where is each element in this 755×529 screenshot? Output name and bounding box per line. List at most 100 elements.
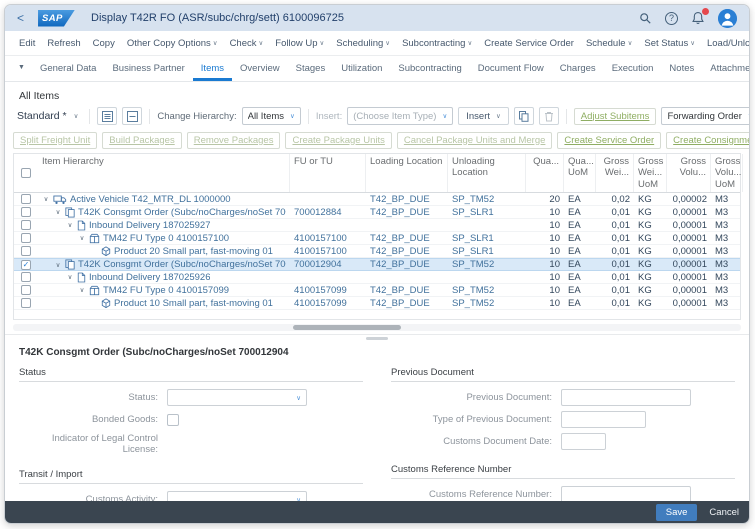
cancel-package-units-and-merge-button[interactable]: Cancel Package Units and Merge bbox=[396, 131, 553, 149]
table-row[interactable]: ∨ TM42 FU Type 0 4100157100 4100157100 T42_… bbox=[14, 232, 740, 246]
cell-futu: 4100157099 bbox=[294, 284, 347, 296]
tab-attachments[interactable]: Attachments bbox=[702, 56, 749, 81]
tree-expand-icon[interactable]: ∨ bbox=[42, 195, 50, 203]
tab-document-flow[interactable]: Document Flow bbox=[470, 56, 552, 81]
tree-expand-icon[interactable]: ∨ bbox=[78, 286, 86, 294]
table-row[interactable]: ∨ TM42 FU Type 0 4100157099 4100157099 T42_… bbox=[14, 284, 740, 298]
cell-gw-uom: KG bbox=[638, 259, 652, 271]
menu-item-refresh[interactable]: Refresh bbox=[41, 38, 86, 49]
row-checkbox[interactable] bbox=[21, 272, 31, 283]
row-checkbox[interactable] bbox=[21, 220, 31, 231]
menu-item-create-service-order[interactable]: Create Service Order bbox=[478, 38, 580, 49]
item-hierarchy-label: Inbound Delivery 187025927 bbox=[89, 219, 211, 231]
item-hierarchy-label: Active Vehicle T42_MTR_DL 1000000 bbox=[70, 193, 231, 205]
menu-item-subcontracting[interactable]: Subcontracting ∨ bbox=[396, 38, 478, 49]
menu-item-follow-up[interactable]: Follow Up ∨ bbox=[269, 38, 330, 49]
menu-item-edit[interactable]: Edit bbox=[13, 38, 41, 49]
avatar[interactable] bbox=[718, 8, 737, 28]
tree-expand-icon[interactable]: ∨ bbox=[66, 221, 74, 229]
row-checkbox[interactable] bbox=[21, 298, 31, 309]
tab-notes[interactable]: Notes bbox=[661, 56, 702, 81]
tree-expand-icon[interactable]: ∨ bbox=[66, 273, 74, 281]
menu-item-copy[interactable]: Copy bbox=[87, 38, 121, 49]
tab-execution[interactable]: Execution bbox=[604, 56, 662, 81]
row-checkbox[interactable] bbox=[21, 233, 31, 244]
cell-unload: SP_TM52 bbox=[452, 297, 495, 309]
collapse-all-button[interactable] bbox=[122, 107, 143, 125]
cell-gw: 0,01 bbox=[611, 271, 631, 283]
column-header-gross-volu: Gross Volu... bbox=[667, 154, 711, 193]
create-service-order-button[interactable]: Create Service Order bbox=[557, 131, 662, 149]
insert-button[interactable]: Insert ∨ bbox=[458, 107, 509, 125]
field-input-type-of-previous-document[interactable] bbox=[561, 411, 646, 429]
row-checkbox[interactable]: ✓ bbox=[21, 259, 31, 270]
save-button[interactable]: Save bbox=[655, 503, 698, 521]
detail-left-column: Status Status: ∨ Bonded Goods: Indicator of … bbox=[19, 358, 363, 523]
adjust-subitems-button[interactable]: Adjust Subitems bbox=[573, 107, 657, 125]
tab-charges[interactable]: Charges bbox=[552, 56, 604, 81]
tab-subcontracting[interactable]: Subcontracting bbox=[390, 56, 469, 81]
insert-type-select[interactable]: (Choose Item Type) ∨ bbox=[347, 107, 454, 125]
change-hierarchy-select[interactable]: All Items ∨ bbox=[241, 107, 301, 125]
tree-expand-icon[interactable]: ∨ bbox=[54, 208, 62, 216]
menu-item-other-copy-options[interactable]: Other Copy Options ∨ bbox=[121, 38, 224, 49]
chevron-down-icon[interactable]: ▼ bbox=[11, 56, 32, 81]
row-select-cell bbox=[14, 298, 38, 309]
field-select-status[interactable]: ∨ bbox=[167, 389, 307, 407]
menu-item-check[interactable]: Check ∨ bbox=[224, 38, 270, 49]
field-checkbox-bonded-goods[interactable] bbox=[167, 413, 179, 426]
delete-item-icon[interactable] bbox=[538, 107, 559, 125]
menu-item-scheduling[interactable]: Scheduling ∨ bbox=[330, 38, 396, 49]
select-value: Forwarding Order bbox=[667, 110, 742, 122]
row-checkbox[interactable] bbox=[21, 285, 31, 296]
field-input-previous-document[interactable] bbox=[561, 389, 691, 407]
menu-item-load-unload-plan-status-stop[interactable]: Load/Unload Plan Status (Stop)∨ bbox=[701, 38, 749, 49]
expand-all-button[interactable] bbox=[97, 107, 118, 125]
notifications-icon[interactable] bbox=[691, 7, 710, 25]
tab-general-data[interactable]: General Data bbox=[32, 56, 105, 81]
back-icon[interactable]: < bbox=[17, 11, 24, 25]
row-select-cell: ✓ bbox=[14, 259, 38, 270]
tab-stages[interactable]: Stages bbox=[288, 56, 334, 81]
search-icon[interactable] bbox=[639, 12, 652, 25]
create-consignment-order-button[interactable]: Create Consignment Order bbox=[666, 131, 749, 149]
tab-items[interactable]: Items bbox=[192, 56, 233, 81]
tab-overview[interactable]: Overview bbox=[232, 56, 288, 81]
create-package-units-button[interactable]: Create Package Units bbox=[285, 131, 392, 149]
chevron-down-icon: ∨ bbox=[690, 39, 695, 47]
tree-expand-icon[interactable]: ∨ bbox=[78, 234, 86, 242]
remove-packages-button[interactable]: Remove Packages bbox=[186, 131, 281, 149]
cell-qty-uom: EA bbox=[568, 232, 581, 244]
splitter-grip-icon[interactable] bbox=[366, 337, 388, 341]
horizontal-scrollbar[interactable] bbox=[13, 324, 741, 332]
tree-expand-icon[interactable]: ∨ bbox=[54, 261, 62, 269]
table-row[interactable]: Product 10 Small part, fast-moving 01 410… bbox=[14, 297, 740, 311]
table-row[interactable]: ∨ Inbound Delivery 187025927 10 EA 0,01 KG 0,0… bbox=[14, 219, 740, 233]
scrollbar-thumb[interactable] bbox=[293, 325, 401, 331]
tab-business-partner[interactable]: Business Partner bbox=[104, 56, 192, 81]
row-checkbox[interactable] bbox=[21, 246, 31, 257]
cancel-button[interactable]: Cancel bbox=[709, 507, 739, 518]
item-hierarchy-cell: ∨ TM42 FU Type 0 4100157100 bbox=[38, 233, 290, 244]
select-all-checkbox[interactable] bbox=[21, 168, 31, 179]
field-input-customs-document-date[interactable] bbox=[561, 433, 606, 451]
view-selector[interactable]: Standard * ∨ bbox=[13, 110, 82, 122]
row-checkbox[interactable] bbox=[21, 207, 31, 218]
table-row[interactable]: ∨ T42K Consgmt Order (Subc/noCharges/noSe… bbox=[14, 206, 740, 220]
fu-icon bbox=[89, 233, 100, 244]
table-row[interactable]: ✓ ∨ T42K Consgmt Order (Subc/noCharges/noS… bbox=[14, 258, 740, 272]
table-row[interactable]: ∨ Inbound Delivery 187025926 10 EA 0,01 KG 0,0… bbox=[14, 271, 740, 285]
tab-utilization[interactable]: Utilization bbox=[333, 56, 390, 81]
menu-item-schedule[interactable]: Schedule ∨ bbox=[580, 38, 638, 49]
table-row[interactable]: ∨ Active Vehicle T42_MTR_DL 1000000 T42_BP… bbox=[14, 193, 740, 207]
menu-item-set-status[interactable]: Set Status ∨ bbox=[638, 38, 701, 49]
form-row: Bonded Goods: bbox=[19, 411, 363, 428]
row-checkbox[interactable] bbox=[21, 194, 31, 205]
splitter[interactable] bbox=[5, 334, 749, 342]
help-icon[interactable]: ? bbox=[665, 11, 678, 25]
table-row[interactable]: Product 20 Small part, fast-moving 01 410… bbox=[14, 245, 740, 259]
build-packages-button[interactable]: Build Packages bbox=[102, 131, 182, 149]
copy-item-icon[interactable] bbox=[513, 107, 534, 125]
order-type-select[interactable]: Forwarding Order ∨ bbox=[661, 107, 749, 125]
split-freight-unit-button[interactable]: Split Freight Unit bbox=[13, 131, 98, 149]
